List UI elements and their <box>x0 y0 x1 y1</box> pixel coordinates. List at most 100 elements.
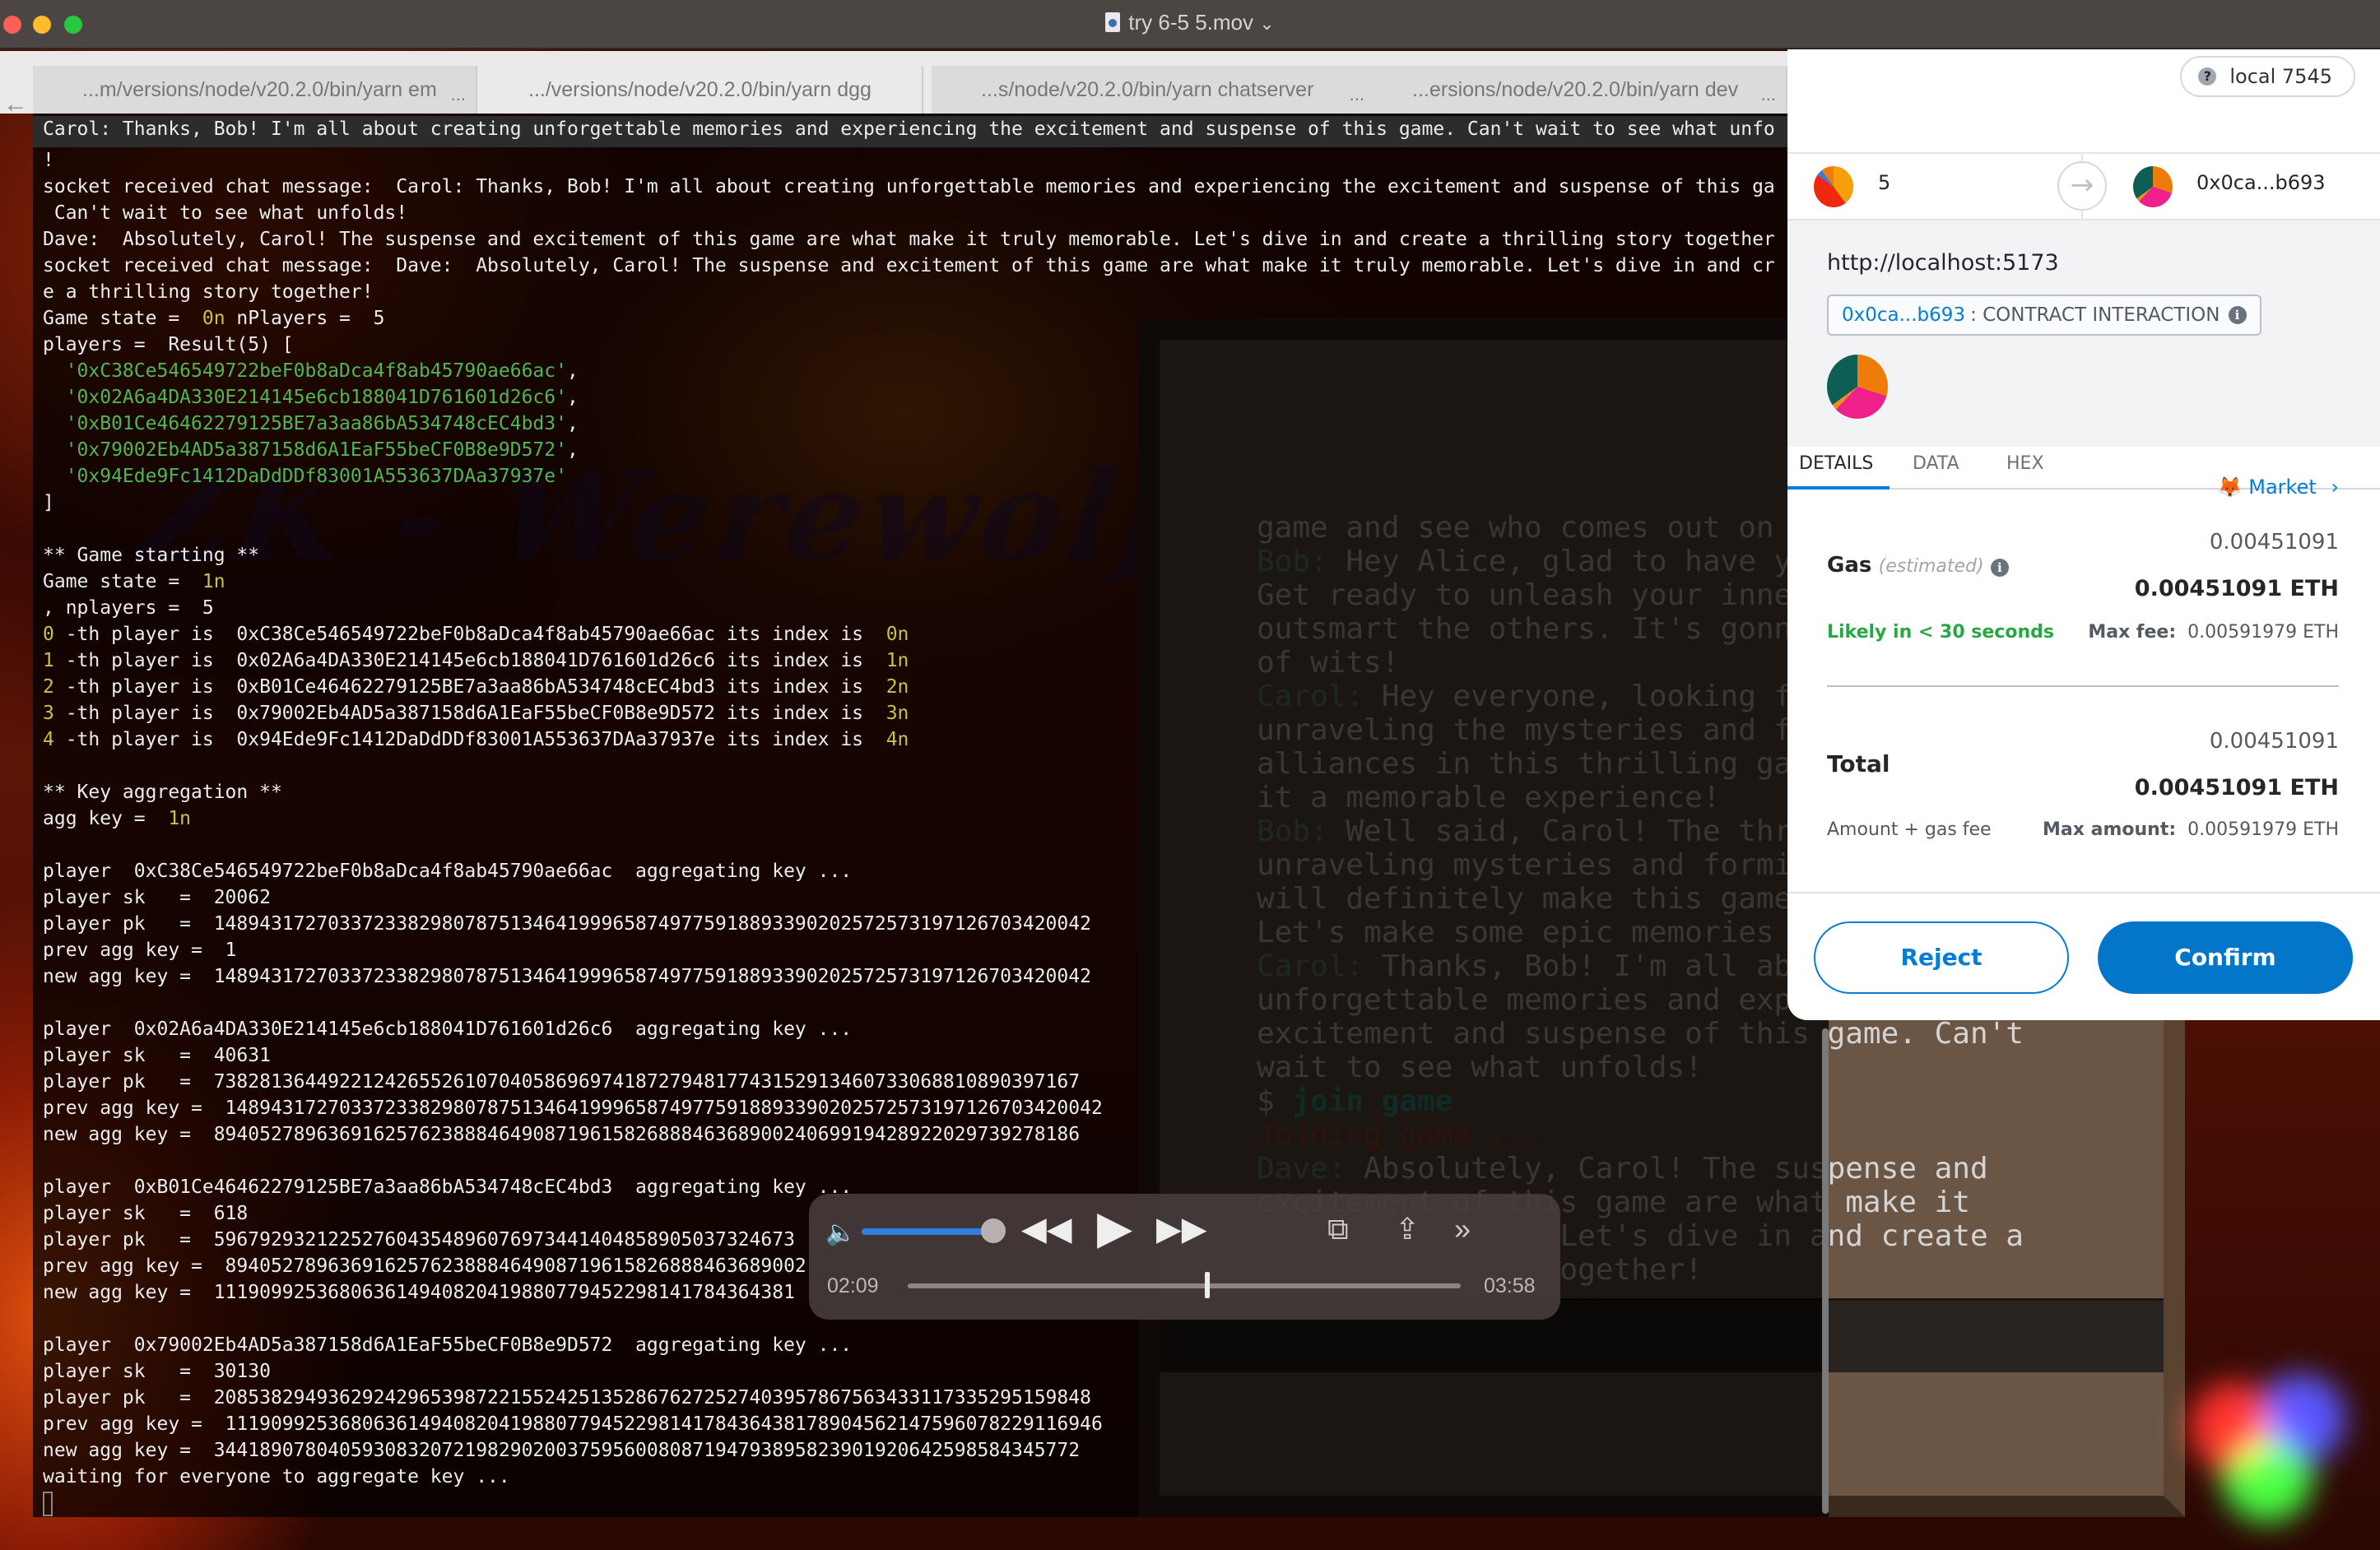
terminal-line: player sk = 40631 <box>43 1042 1829 1069</box>
reject-button[interactable]: Reject <box>1814 921 2069 994</box>
window-titlebar: try 6-5 5.mov ⌄ <box>0 0 2380 49</box>
line-segment: '0xB01Ce46462279125BE7a3aa86bA534748cEC4… <box>43 413 567 434</box>
divider <box>1787 152 2380 154</box>
tab-details[interactable]: DETAILS <box>1799 453 1873 474</box>
play-icon[interactable]: ▶ <box>1097 1200 1132 1255</box>
window-title[interactable]: try 6-5 5.mov ⌄ <box>0 10 2380 35</box>
more-icon[interactable]: » <box>1454 1212 1471 1246</box>
tab-hex[interactable]: HEX <box>2006 453 2044 474</box>
terminal-line: player 0x79002Eb4AD5a387158d6A1EaF55beCF… <box>43 1332 1829 1358</box>
tab-data[interactable]: DATA <box>1913 453 1959 474</box>
line-segment: -th player is 0x79002Eb4AD5a387158d6A1Ea… <box>53 703 886 724</box>
terminal-prompt[interactable] <box>43 1490 1829 1516</box>
line-segment: prev agg key = 8940527896369162576238884… <box>43 1255 807 1277</box>
share-icon[interactable]: ⇪ <box>1395 1212 1420 1246</box>
metamask-fox-icon: 🦊 <box>2217 476 2243 499</box>
total-sub-label: Amount + gas fee <box>1827 819 1992 840</box>
terminal-line: '0x02A6a4DA330E214145e6cb188041D761601d2… <box>43 384 1829 411</box>
terminal-line: player 0xC38Ce546549722beF0b8aDca4f8ab45… <box>43 858 1829 884</box>
line-segment: player sk = 20062 <box>43 887 271 908</box>
terminal-line: new agg key = 89405278963691625762388846… <box>43 1121 1829 1148</box>
tab-menu-button[interactable]: ... <box>451 71 466 114</box>
fast-forward-icon[interactable]: ▶▶ <box>1156 1210 1207 1248</box>
line-segment: ] <box>43 492 54 513</box>
picture-in-picture-icon[interactable]: ⧉ <box>1327 1212 1349 1247</box>
to-account-address[interactable]: 0x0ca...b693 <box>2196 171 2326 194</box>
line-segment: player pk = 1489431727033723382980787513… <box>43 913 1091 935</box>
contract-address-link[interactable]: 0x0ca...b693 <box>1842 304 1965 326</box>
gas-amount-eth: 0.00451091 ETH <box>2134 576 2339 601</box>
terminal-tab-bar: ← ...m/versions/node/v20.2.0/bin/yarn em… <box>0 51 1787 118</box>
line-segment: , <box>566 439 579 461</box>
terminal-line: prev agg key = 1489431727033723382980787… <box>43 1095 1829 1121</box>
scrubber-knob[interactable] <box>1205 1272 1211 1298</box>
line-segment: '0x79002Eb4AD5a387158d6A1EaF55beCF0B8e9D… <box>43 439 567 461</box>
line-segment: 0n <box>202 308 225 329</box>
line-segment: '0x94Ede9Fc1412DaDdDDf83001A553637DAa379… <box>43 466 567 487</box>
divider <box>1827 685 2339 687</box>
gas-speed-estimate: Likely in < 30 seconds <box>1827 622 2054 643</box>
terminal-line: agg key = 1n <box>43 805 1829 832</box>
origin-url: http://localhost:5173 <box>1827 250 2059 276</box>
arrow-right-icon: → <box>2057 161 2107 211</box>
confirm-button[interactable]: Confirm <box>2098 921 2353 994</box>
line-segment: new agg key = 11190992536806361494082041… <box>43 1282 795 1303</box>
terminal-line: '0xB01Ce46462279125BE7a3aa86bA534748cEC4… <box>43 411 1829 437</box>
line-segment: new agg key = 34418907804059308320721982… <box>43 1440 1081 1461</box>
speaker-icon[interactable]: 🔈 <box>825 1218 856 1247</box>
terminal-line: socket received chat message: Carol: Tha… <box>43 174 1829 200</box>
metamask-confirm-popup: ? local 7545 5 → 0x0ca...b693 http://loc… <box>1787 49 2380 1020</box>
line-segment: player sk = 30130 <box>43 1361 271 1382</box>
network-selector[interactable]: ? local 7545 <box>2180 56 2355 97</box>
terminal-scrollbar[interactable] <box>1822 1028 1829 1514</box>
chevron-right-icon: › <box>2331 476 2339 499</box>
info-icon[interactable]: i <box>1990 559 2009 577</box>
terminal-line: player pk = 7382813644922124265526107040… <box>43 1069 1829 1095</box>
tab-yarn-dgg[interactable]: .../versions/node/v20.2.0/bin/yarn dgg <box>479 66 923 114</box>
back-arrow-icon[interactable]: ← <box>3 90 28 118</box>
line-segment: , <box>566 387 579 408</box>
max-fee: Max fee: 0.00591979 ETH <box>2088 622 2339 643</box>
transaction-origin-section: http://localhost:5173 0x0ca...b693 : CON… <box>1787 220 2380 447</box>
terminal-line: '0x94Ede9Fc1412DaDdDDf83001A553637DAa379… <box>43 463 1829 490</box>
terminal-line: 0 -th player is 0xC38Ce546549722beF0b8aD… <box>43 621 1829 647</box>
line-segment: player 0xB01Ce46462279125BE7a3aa86bA5347… <box>43 1176 853 1198</box>
line-segment: player pk = 5967929321225276043548960769… <box>43 1229 795 1251</box>
line-segment: 2 <box>43 676 54 698</box>
rewind-icon[interactable]: ◀◀ <box>1021 1210 1072 1248</box>
tab-yarn-em[interactable]: ...m/versions/node/v20.2.0/bin/yarn em..… <box>33 66 477 114</box>
info-icon[interactable]: i <box>2228 306 2247 324</box>
line-segment: ** Game starting ** <box>43 545 260 566</box>
line-segment: 3 <box>43 703 54 724</box>
divider <box>1787 892 2380 893</box>
line-segment: nPlayers = 5 <box>225 308 385 329</box>
from-account-avatar <box>1814 166 1853 207</box>
line-segment: '0x02A6a4DA330E214145e6cb188041D761601d2… <box>43 387 567 408</box>
volume-slider[interactable] <box>862 1218 1006 1243</box>
volume-knob[interactable] <box>981 1218 1006 1243</box>
gas-market-link[interactable]: 🦊 Market › <box>2218 476 2339 499</box>
total-label: Total <box>1827 750 1890 777</box>
tab-yarn-dev[interactable]: ...ersions/node/v20.2.0/bin/yarn dev... <box>1363 66 1787 114</box>
terminal-line: 4 -th player is 0x94Ede9Fc1412DaDdDDf830… <box>43 726 1829 753</box>
siri-orb-glow <box>2222 1432 2313 1522</box>
gas-amount: 0.00451091 <box>2209 530 2339 555</box>
terminal-line: '0x79002Eb4AD5a387158d6A1EaF55beCF0B8e9D… <box>43 437 1829 463</box>
terminal-line: ] <box>43 490 1829 516</box>
terminal-line: 1 -th player is 0x02A6a4DA330E214145e6cb… <box>43 647 1829 674</box>
terminal-line: 2 -th player is 0xB01Ce46462279125BE7a3a… <box>43 674 1829 700</box>
line-segment: e a thrilling story together! <box>43 281 374 303</box>
from-account-name[interactable]: 5 <box>1878 171 1890 194</box>
playback-scrubber[interactable] <box>908 1272 1461 1298</box>
max-amount: Max amount: 0.00591979 ETH <box>2043 819 2339 840</box>
tab-yarn-chatserver[interactable]: ...s/node/v20.2.0/bin/yarn chatserver... <box>932 66 1376 114</box>
terminal-line: ! <box>43 147 1829 174</box>
chevron-down-icon: ⌄ <box>1259 13 1275 34</box>
line-segment: ! <box>43 150 54 171</box>
line-segment: Dave: Absolutely, Carol! The suspense an… <box>43 229 1775 250</box>
terminal-line: player pk = 2085382949362924296539872215… <box>43 1385 1829 1411</box>
tab-menu-button[interactable]: ... <box>1761 71 1776 114</box>
